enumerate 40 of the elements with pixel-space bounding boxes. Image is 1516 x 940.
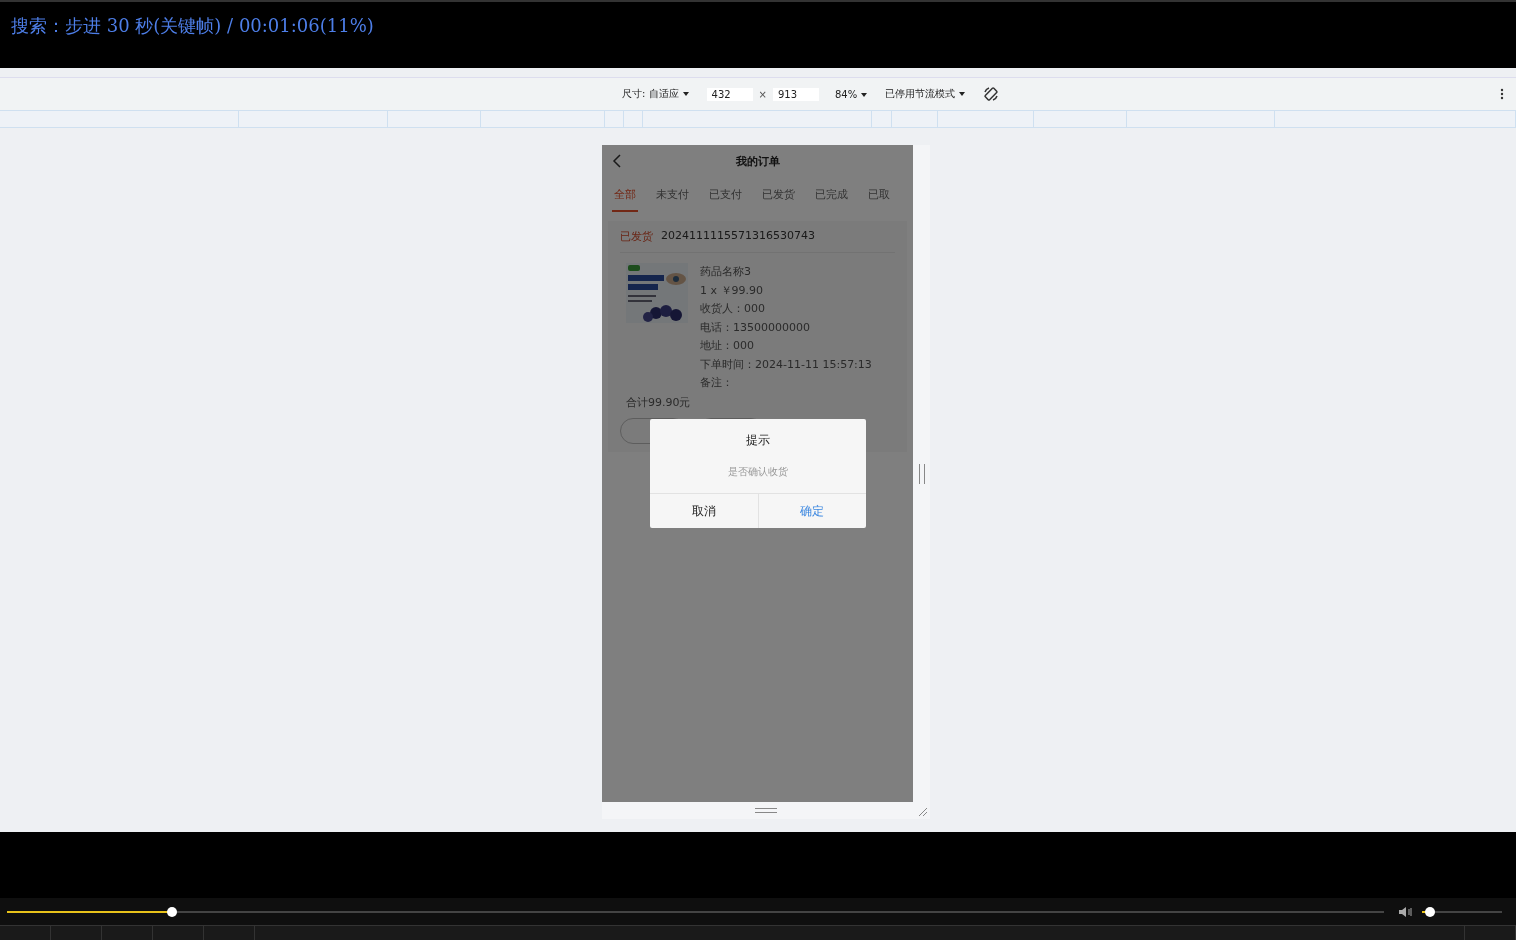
order-tab[interactable]: 全部 (612, 178, 638, 212)
order-detail: 收货人：000 (700, 301, 766, 317)
page-title: 我的订单 (735, 153, 780, 169)
times-sign: × (758, 88, 767, 100)
confirm-button[interactable]: 确定 (757, 494, 866, 528)
seek-handle[interactable] (167, 906, 178, 917)
order-tab[interactable]: 未支付 (654, 178, 691, 212)
device-size-dropdown[interactable]: 尺寸: 自适应 (622, 87, 689, 101)
caret-icon (959, 92, 966, 96)
quantity-price: 1 x ￥99.90 (700, 282, 764, 299)
order-status: 已发货 (620, 229, 653, 244)
order-tab[interactable]: 已取 (866, 178, 892, 212)
resize-corner-icon[interactable] (918, 807, 928, 817)
resize-handle[interactable] (755, 808, 777, 813)
order-tab[interactable]: 已发货 (760, 178, 797, 212)
width-input[interactable]: 432 (706, 87, 753, 101)
speaker-icon[interactable] (1398, 905, 1414, 918)
cancel-button[interactable]: 取消 (650, 494, 758, 528)
order-detail: 电话：13500000000 (700, 319, 811, 336)
zoom-dropdown[interactable]: 84% (834, 88, 868, 100)
product-name: 药品名称3 (700, 264, 752, 280)
order-total: 合计99.90元 (626, 394, 692, 410)
resize-handle[interactable] (918, 463, 925, 484)
rotate-icon[interactable] (983, 86, 1000, 102)
order-detail: 备注： (700, 375, 734, 391)
height-input[interactable]: 913 (772, 87, 819, 101)
back-icon[interactable] (612, 154, 622, 168)
dialog-title: 提示 (746, 432, 770, 449)
caret-icon (861, 92, 868, 97)
order-number: 2024111115571316530743 (661, 229, 815, 244)
order-detail: 地址：000 (700, 338, 755, 354)
dialog-message: 是否确认收货 (728, 465, 788, 479)
more-icon[interactable] (1500, 88, 1504, 100)
volume-handle[interactable] (1425, 906, 1435, 917)
seek-status-text: 搜索：步进 30 秒(关键帧) / 00:01:06(11%) (11, 15, 374, 36)
caret-icon (682, 92, 689, 96)
order-tab[interactable]: 已完成 (813, 178, 850, 212)
throttling-dropdown[interactable]: 已停用节流模式 (885, 87, 966, 101)
order-tab[interactable]: 已支付 (707, 178, 744, 212)
order-detail: 下单时间：2024-11-11 15:57:13 (700, 356, 872, 373)
